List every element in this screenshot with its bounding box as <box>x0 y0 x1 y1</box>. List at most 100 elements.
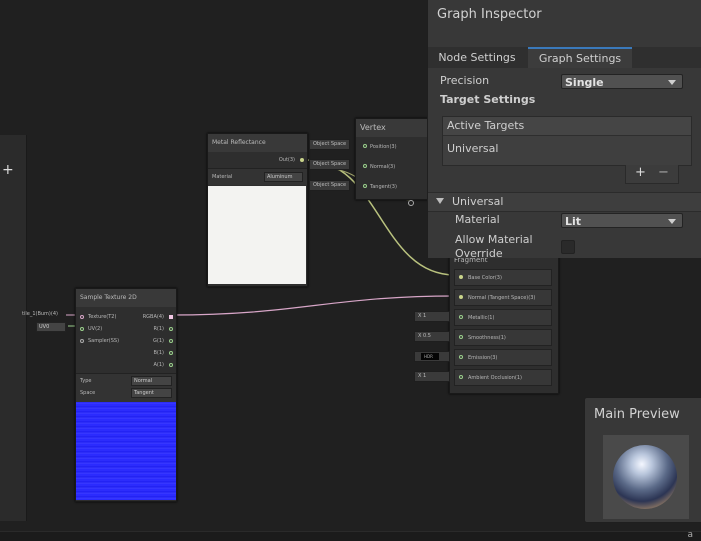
output-port-label: B(1) <box>153 350 164 356</box>
allow-override-checkbox[interactable] <box>561 240 575 254</box>
output-port-label: Out(3) <box>278 157 295 163</box>
type-label: Type <box>80 378 92 384</box>
block-smoothness[interactable]: Smoothness(1) <box>454 329 552 346</box>
main-preview-panel[interactable]: Main Preview <box>584 397 701 523</box>
output-port[interactable] <box>169 339 173 343</box>
chevron-down-icon <box>668 219 676 224</box>
vertex-port-label: Normal(3) <box>370 164 396 170</box>
vertex-port[interactable] <box>363 184 367 188</box>
output-port[interactable] <box>169 351 173 355</box>
normal-space-dropdown[interactable]: Object Space <box>309 159 351 170</box>
material-label: Material <box>455 213 500 226</box>
input-port[interactable] <box>80 327 84 331</box>
graph-inspector: Graph Inspector Node Settings Graph Sett… <box>427 0 701 260</box>
block-port[interactable] <box>459 335 463 339</box>
output-port-label: R(1) <box>153 326 164 332</box>
node-title: Vertex <box>356 119 430 137</box>
block-ambient-occlusion[interactable]: Ambient Occlusion(1) <box>454 369 552 386</box>
reroute-point[interactable] <box>408 200 414 206</box>
block-label: Base Color(3) <box>468 275 502 281</box>
ambient-occlusion-input[interactable]: X 1 <box>414 371 450 382</box>
output-port[interactable] <box>300 158 304 162</box>
sample-texture-2d-node[interactable]: Sample Texture 2D Texture(T2) UV(2) Samp… <box>75 288 177 502</box>
vertex-port-label: Tangent(3) <box>370 184 397 190</box>
fragment-node[interactable]: Fragment Base Color(3) Normal (Tangent S… <box>449 252 559 394</box>
space-dropdown[interactable]: Tangent <box>131 388 172 398</box>
wire-rgba-to-normal <box>170 295 456 316</box>
block-port[interactable] <box>459 375 463 379</box>
vertex-port-label: Position(3) <box>370 144 397 150</box>
axis-prefix: X <box>418 333 422 339</box>
active-targets-header: Active Targets <box>443 117 691 136</box>
universal-section-header[interactable]: Universal <box>428 192 701 212</box>
input-port-label: Texture(T2) <box>88 314 117 320</box>
type-dropdown[interactable]: Normal <box>131 376 172 386</box>
input-value: 1 <box>423 313 427 319</box>
texture-input-field[interactable]: tile_1(Bum)(4) <box>22 311 58 317</box>
precision-value: Single <box>565 76 604 89</box>
block-port[interactable] <box>459 275 463 279</box>
tangent-space-dropdown[interactable]: Object Space <box>309 180 351 191</box>
material-dropdown[interactable]: Lit <box>561 213 683 228</box>
block-label: Ambient Occlusion(1) <box>468 375 522 381</box>
block-normal[interactable]: Normal (Tangent Space)(3) <box>454 289 552 306</box>
blackboard-add-button[interactable]: + <box>2 162 14 178</box>
preview-viewport[interactable] <box>603 435 689 519</box>
tab-graph-settings[interactable]: Graph Settings <box>528 47 632 68</box>
block-label: Emission(3) <box>468 355 498 361</box>
block-port[interactable] <box>459 295 463 299</box>
remove-target-button[interactable]: − <box>658 165 669 180</box>
inspector-title: Graph Inspector <box>437 7 542 22</box>
input-port-label: UV(2) <box>88 326 103 332</box>
input-value: 1 <box>423 373 427 379</box>
hdr-label: HDR <box>424 354 433 359</box>
blackboard-panel <box>0 135 27 521</box>
smoothness-input[interactable]: X 0.5 <box>414 331 450 342</box>
precision-dropdown[interactable]: Single <box>561 74 683 89</box>
material-dropdown[interactable]: Aluminum <box>264 172 303 182</box>
block-metallic[interactable]: Metallic(1) <box>454 309 552 326</box>
position-space-dropdown[interactable]: Object Space <box>309 139 351 150</box>
add-target-button[interactable]: + <box>635 165 646 180</box>
output-port[interactable] <box>169 327 173 331</box>
output-port-label: G(1) <box>153 338 164 344</box>
input-port[interactable] <box>80 339 84 343</box>
vertex-node[interactable]: Vertex Position(3) Normal(3) Tangent(3) <box>355 118 431 200</box>
block-port[interactable] <box>459 355 463 359</box>
precision-label: Precision <box>440 74 490 87</box>
block-port[interactable] <box>459 315 463 319</box>
space-label: Space <box>80 390 96 396</box>
output-port-label: RGBA(4) <box>142 314 164 320</box>
output-port[interactable] <box>169 363 173 367</box>
material-label: Material <box>212 174 233 180</box>
target-item-universal[interactable]: Universal <box>447 142 498 155</box>
output-port[interactable] <box>169 315 173 319</box>
metal-reflectance-node[interactable]: Metal Reflectance Out(3) Material Alumin… <box>207 133 308 287</box>
material-value: Lit <box>565 215 582 228</box>
node-preview <box>208 186 306 284</box>
emission-input[interactable]: HDR <box>414 351 450 362</box>
block-label: Normal (Tangent Space)(3) <box>468 295 536 301</box>
uv-input-dropdown[interactable]: UV0 <box>36 322 66 332</box>
node-title: Metal Reflectance <box>208 134 307 152</box>
tab-node-settings[interactable]: Node Settings <box>428 47 526 68</box>
texture-preview <box>76 402 176 500</box>
active-targets-list: Active Targets Universal <box>442 116 692 166</box>
foldout-arrow-icon[interactable] <box>436 198 444 204</box>
output-port-label: A(1) <box>153 362 164 368</box>
inspector-tabbar: Node Settings Graph Settings <box>428 47 701 68</box>
active-targets-label: Active Targets <box>447 119 525 132</box>
input-value: 0.5 <box>423 333 431 339</box>
vertex-port[interactable] <box>363 164 367 168</box>
block-label: Metallic(1) <box>468 315 495 321</box>
input-port[interactable] <box>80 315 84 319</box>
metallic-input[interactable]: X 1 <box>414 311 450 322</box>
vertex-port[interactable] <box>363 144 367 148</box>
axis-prefix: X <box>418 373 422 379</box>
status-icon[interactable]: a <box>687 530 693 540</box>
allow-override-label: Allow Material Override <box>455 233 533 260</box>
block-base-color[interactable]: Base Color(3) <box>454 269 552 286</box>
target-settings-heading: Target Settings <box>440 93 536 106</box>
target-add-remove-bar: + − <box>625 165 679 184</box>
block-emission[interactable]: Emission(3) <box>454 349 552 366</box>
